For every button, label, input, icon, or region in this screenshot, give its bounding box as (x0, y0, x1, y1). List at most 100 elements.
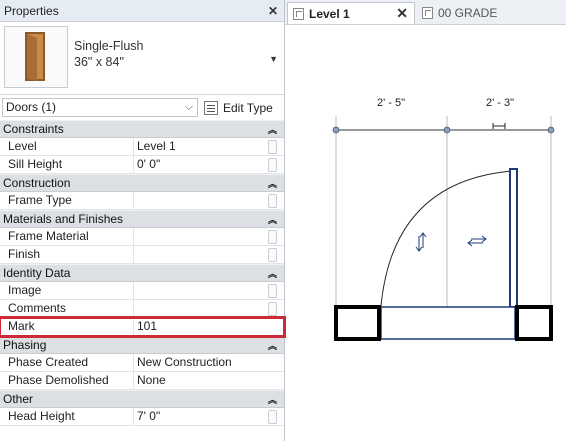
param-name: Sill Height (0, 156, 134, 173)
type-selector[interactable]: Single-Flush 36" x 84" ▼ (0, 22, 284, 95)
row-frame-type[interactable]: Frame Type (0, 192, 284, 210)
param-button[interactable] (268, 284, 277, 298)
group-label: Construction (3, 176, 71, 190)
dimension-grip (547, 126, 555, 134)
mark-field[interactable]: 101 (134, 318, 284, 335)
properties-panel: Properties ✕ Single-Flush 36" x 84" ▼ Do… (0, 0, 286, 441)
param-button[interactable] (268, 248, 277, 262)
row-image[interactable]: Image (0, 282, 284, 300)
tab-00-grade[interactable]: 00 GRADE (417, 2, 566, 24)
param-value[interactable]: New Construction (134, 354, 284, 371)
param-name: Finish (0, 246, 134, 263)
group-identity-data[interactable]: Identity Data ︽ (0, 264, 284, 282)
collapse-icon[interactable]: ︽ (268, 123, 277, 136)
row-mark[interactable]: Mark 101 (0, 316, 286, 338)
row-head-height[interactable]: Head Height 7' 0" (0, 408, 284, 426)
properties-title-bar: Properties ✕ (0, 0, 284, 22)
mark-value: 101 (137, 319, 158, 333)
dimension-grip (332, 126, 340, 134)
param-value[interactable] (134, 300, 284, 317)
flip-hand-icon (467, 235, 487, 247)
param-value[interactable] (134, 228, 284, 245)
param-button[interactable] (268, 140, 277, 154)
param-name: Frame Material (0, 228, 134, 245)
tab-label: 00 GRADE (438, 6, 498, 20)
instance-selector-row: Doors (1) ⌵ Edit Type (0, 95, 284, 122)
param-button[interactable] (268, 410, 277, 424)
param-value[interactable] (134, 192, 284, 209)
flip-facing-icon (415, 232, 427, 252)
edit-type-button[interactable]: Edit Type (204, 98, 273, 117)
collapse-icon[interactable]: ︽ (268, 339, 277, 352)
dimension-right-text: 2' - 3" (486, 97, 514, 109)
param-name: Level (0, 138, 134, 155)
wall-left (334, 305, 381, 341)
param-name: Phase Created (0, 354, 134, 371)
row-finish[interactable]: Finish (0, 246, 284, 264)
row-phase-created[interactable]: Phase Created New Construction (0, 354, 284, 372)
door-opening (380, 306, 516, 340)
param-name: Phase Demolished (0, 372, 134, 389)
tab-level-1[interactable]: Level 1 ✕ (287, 2, 415, 24)
row-comments[interactable]: Comments (0, 300, 284, 318)
phase-demolished-value: None (137, 373, 166, 387)
param-value[interactable]: Level 1 (134, 138, 284, 155)
floor-plan-icon (422, 7, 433, 19)
collapse-icon[interactable]: ︽ (268, 393, 277, 406)
group-other[interactable]: Other ︽ (0, 390, 284, 408)
phase-created-value: New Construction (137, 355, 232, 369)
dimension-grip (443, 126, 451, 134)
chevron-down-icon: ⌵ (184, 101, 193, 113)
close-icon[interactable]: ✕ (268, 5, 278, 17)
param-button[interactable] (268, 302, 277, 316)
group-label: Identity Data (3, 266, 71, 280)
param-name: Image (0, 282, 134, 299)
param-name: Mark (0, 318, 134, 335)
row-sill-height[interactable]: Sill Height 0' 0" (0, 156, 284, 174)
floor-plan-canvas[interactable]: 2' - 5" 2' - 3" (285, 24, 566, 441)
param-value[interactable]: 7' 0" (134, 408, 284, 425)
row-level[interactable]: Level Level 1 (0, 138, 284, 156)
param-name: Frame Type (0, 192, 134, 209)
param-name: Comments (0, 300, 134, 317)
param-button[interactable] (268, 230, 277, 244)
floor-plan-icon (293, 7, 304, 20)
param-button[interactable] (268, 194, 277, 208)
dimension-left-text: 2' - 5" (377, 97, 405, 109)
row-phase-demolished[interactable]: Phase Demolished None (0, 372, 284, 390)
type-size-label: 36" x 84" (74, 55, 124, 69)
drawing-view: Level 1 ✕ 00 GRADE 2' - 5" 2' - 3" (285, 0, 566, 441)
row-frame-material[interactable]: Frame Material (0, 228, 284, 246)
group-phasing[interactable]: Phasing ︽ (0, 336, 284, 354)
type-family-label: Single-Flush (74, 39, 144, 53)
group-label: Constraints (3, 122, 64, 136)
collapse-icon[interactable]: ︽ (268, 177, 277, 190)
type-name: Single-Flush 36" x 84" (74, 38, 143, 70)
group-materials[interactable]: Materials and Finishes ︽ (0, 210, 284, 228)
instance-filter-select[interactable]: Doors (1) ⌵ (2, 98, 198, 117)
level-value: Level 1 (137, 139, 176, 153)
door-leaf (509, 168, 518, 308)
collapse-icon[interactable]: ︽ (268, 213, 277, 226)
properties-table: Constraints ︽ Level Level 1 Sill Height 0… (0, 120, 286, 426)
edit-type-icon (204, 100, 218, 115)
instance-filter-value: Doors (1) (6, 100, 57, 114)
group-label: Materials and Finishes (3, 212, 124, 226)
edit-type-label: Edit Type (223, 100, 273, 115)
head-height-value: 7' 0" (137, 409, 161, 423)
door-swing-arc (380, 170, 512, 307)
collapse-icon[interactable]: ︽ (268, 267, 277, 280)
view-tabs: Level 1 ✕ 00 GRADE (285, 0, 566, 25)
param-button[interactable] (268, 158, 277, 172)
param-value[interactable]: None (134, 372, 284, 389)
param-value[interactable]: 0' 0" (134, 156, 284, 173)
param-value[interactable] (134, 246, 284, 263)
close-icon[interactable]: ✕ (396, 5, 408, 22)
sill-height-value: 0' 0" (137, 157, 161, 171)
group-construction[interactable]: Construction ︽ (0, 174, 284, 192)
type-dropdown-icon[interactable]: ▼ (269, 54, 278, 64)
wall-right (515, 305, 553, 341)
tab-label: Level 1 (309, 6, 350, 21)
param-value[interactable] (134, 282, 284, 299)
group-constraints[interactable]: Constraints ︽ (0, 120, 284, 138)
